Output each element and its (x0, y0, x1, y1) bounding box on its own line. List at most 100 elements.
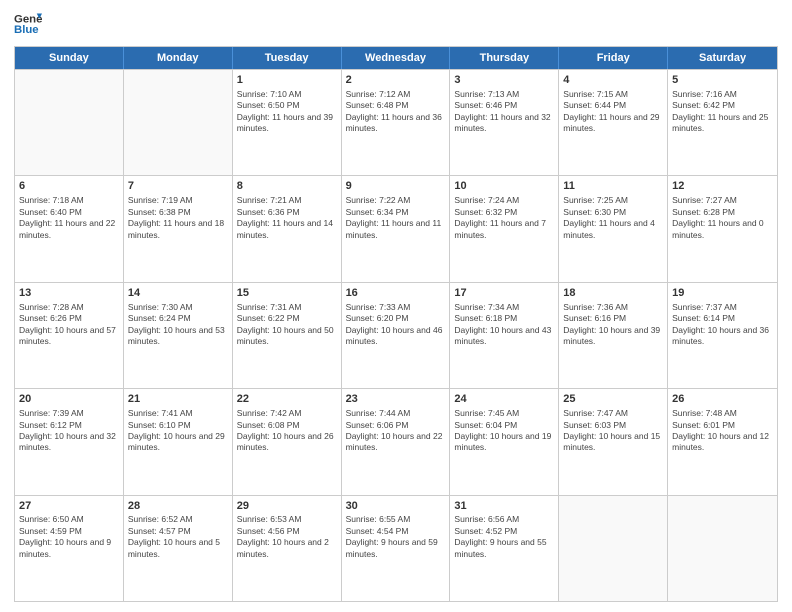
calendar-cell: 1Sunrise: 7:10 AM Sunset: 6:50 PM Daylig… (233, 70, 342, 175)
calendar-cell: 15Sunrise: 7:31 AM Sunset: 6:22 PM Dayli… (233, 283, 342, 388)
calendar-row-3: 13Sunrise: 7:28 AM Sunset: 6:26 PM Dayli… (15, 282, 777, 388)
calendar-cell: 31Sunrise: 6:56 AM Sunset: 4:52 PM Dayli… (450, 496, 559, 601)
day-number: 29 (237, 499, 337, 514)
day-info: Sunrise: 7:30 AM Sunset: 6:24 PM Dayligh… (128, 302, 228, 348)
day-number: 18 (563, 286, 663, 301)
day-info: Sunrise: 7:47 AM Sunset: 6:03 PM Dayligh… (563, 408, 663, 454)
day-number: 23 (346, 392, 446, 407)
day-number: 7 (128, 179, 228, 194)
calendar-cell: 24Sunrise: 7:45 AM Sunset: 6:04 PM Dayli… (450, 389, 559, 494)
calendar-cell: 19Sunrise: 7:37 AM Sunset: 6:14 PM Dayli… (668, 283, 777, 388)
header-day-tuesday: Tuesday (233, 47, 342, 69)
day-number: 17 (454, 286, 554, 301)
day-info: Sunrise: 7:45 AM Sunset: 6:04 PM Dayligh… (454, 408, 554, 454)
day-number: 31 (454, 499, 554, 514)
logo-icon: General Blue (14, 10, 42, 38)
day-number: 25 (563, 392, 663, 407)
header-day-saturday: Saturday (668, 47, 777, 69)
day-number: 15 (237, 286, 337, 301)
calendar-row-1: 1Sunrise: 7:10 AM Sunset: 6:50 PM Daylig… (15, 69, 777, 175)
day-info: Sunrise: 7:42 AM Sunset: 6:08 PM Dayligh… (237, 408, 337, 454)
day-info: Sunrise: 7:37 AM Sunset: 6:14 PM Dayligh… (672, 302, 773, 348)
day-info: Sunrise: 7:44 AM Sunset: 6:06 PM Dayligh… (346, 408, 446, 454)
calendar-cell: 16Sunrise: 7:33 AM Sunset: 6:20 PM Dayli… (342, 283, 451, 388)
header-day-friday: Friday (559, 47, 668, 69)
calendar-header: SundayMondayTuesdayWednesdayThursdayFrid… (15, 47, 777, 69)
day-number: 14 (128, 286, 228, 301)
calendar-cell: 29Sunrise: 6:53 AM Sunset: 4:56 PM Dayli… (233, 496, 342, 601)
header-day-monday: Monday (124, 47, 233, 69)
day-info: Sunrise: 7:28 AM Sunset: 6:26 PM Dayligh… (19, 302, 119, 348)
day-number: 3 (454, 73, 554, 88)
calendar-cell: 13Sunrise: 7:28 AM Sunset: 6:26 PM Dayli… (15, 283, 124, 388)
calendar-cell: 18Sunrise: 7:36 AM Sunset: 6:16 PM Dayli… (559, 283, 668, 388)
day-info: Sunrise: 7:31 AM Sunset: 6:22 PM Dayligh… (237, 302, 337, 348)
day-number: 12 (672, 179, 773, 194)
day-number: 19 (672, 286, 773, 301)
day-number: 1 (237, 73, 337, 88)
calendar-cell: 9Sunrise: 7:22 AM Sunset: 6:34 PM Daylig… (342, 176, 451, 281)
logo: General Blue (14, 10, 42, 38)
day-number: 6 (19, 179, 119, 194)
calendar-cell: 26Sunrise: 7:48 AM Sunset: 6:01 PM Dayli… (668, 389, 777, 494)
header-day-sunday: Sunday (15, 47, 124, 69)
day-info: Sunrise: 7:22 AM Sunset: 6:34 PM Dayligh… (346, 195, 446, 241)
day-number: 21 (128, 392, 228, 407)
calendar-row-2: 6Sunrise: 7:18 AM Sunset: 6:40 PM Daylig… (15, 175, 777, 281)
day-info: Sunrise: 7:33 AM Sunset: 6:20 PM Dayligh… (346, 302, 446, 348)
calendar-cell: 27Sunrise: 6:50 AM Sunset: 4:59 PM Dayli… (15, 496, 124, 601)
calendar-cell: 11Sunrise: 7:25 AM Sunset: 6:30 PM Dayli… (559, 176, 668, 281)
day-number: 13 (19, 286, 119, 301)
calendar-cell (124, 70, 233, 175)
calendar-cell (668, 496, 777, 601)
calendar-cell: 21Sunrise: 7:41 AM Sunset: 6:10 PM Dayli… (124, 389, 233, 494)
day-number: 8 (237, 179, 337, 194)
calendar-cell: 20Sunrise: 7:39 AM Sunset: 6:12 PM Dayli… (15, 389, 124, 494)
day-number: 27 (19, 499, 119, 514)
day-number: 2 (346, 73, 446, 88)
day-info: Sunrise: 7:15 AM Sunset: 6:44 PM Dayligh… (563, 89, 663, 135)
calendar-cell (559, 496, 668, 601)
page-header: General Blue (14, 10, 778, 38)
day-number: 10 (454, 179, 554, 194)
calendar-row-5: 27Sunrise: 6:50 AM Sunset: 4:59 PM Dayli… (15, 495, 777, 601)
day-info: Sunrise: 6:52 AM Sunset: 4:57 PM Dayligh… (128, 514, 228, 560)
day-info: Sunrise: 7:10 AM Sunset: 6:50 PM Dayligh… (237, 89, 337, 135)
day-info: Sunrise: 7:16 AM Sunset: 6:42 PM Dayligh… (672, 89, 773, 135)
day-info: Sunrise: 7:24 AM Sunset: 6:32 PM Dayligh… (454, 195, 554, 241)
day-info: Sunrise: 7:36 AM Sunset: 6:16 PM Dayligh… (563, 302, 663, 348)
day-number: 22 (237, 392, 337, 407)
day-info: Sunrise: 6:56 AM Sunset: 4:52 PM Dayligh… (454, 514, 554, 560)
day-info: Sunrise: 7:34 AM Sunset: 6:18 PM Dayligh… (454, 302, 554, 348)
calendar-cell: 17Sunrise: 7:34 AM Sunset: 6:18 PM Dayli… (450, 283, 559, 388)
calendar-cell: 28Sunrise: 6:52 AM Sunset: 4:57 PM Dayli… (124, 496, 233, 601)
day-info: Sunrise: 7:12 AM Sunset: 6:48 PM Dayligh… (346, 89, 446, 135)
day-number: 30 (346, 499, 446, 514)
day-info: Sunrise: 7:48 AM Sunset: 6:01 PM Dayligh… (672, 408, 773, 454)
header-day-wednesday: Wednesday (342, 47, 451, 69)
calendar-cell: 7Sunrise: 7:19 AM Sunset: 6:38 PM Daylig… (124, 176, 233, 281)
day-info: Sunrise: 7:27 AM Sunset: 6:28 PM Dayligh… (672, 195, 773, 241)
day-number: 5 (672, 73, 773, 88)
calendar-cell: 23Sunrise: 7:44 AM Sunset: 6:06 PM Dayli… (342, 389, 451, 494)
calendar-cell: 25Sunrise: 7:47 AM Sunset: 6:03 PM Dayli… (559, 389, 668, 494)
day-info: Sunrise: 7:41 AM Sunset: 6:10 PM Dayligh… (128, 408, 228, 454)
day-info: Sunrise: 6:50 AM Sunset: 4:59 PM Dayligh… (19, 514, 119, 560)
calendar-cell: 2Sunrise: 7:12 AM Sunset: 6:48 PM Daylig… (342, 70, 451, 175)
day-number: 28 (128, 499, 228, 514)
calendar-cell: 12Sunrise: 7:27 AM Sunset: 6:28 PM Dayli… (668, 176, 777, 281)
day-info: Sunrise: 6:53 AM Sunset: 4:56 PM Dayligh… (237, 514, 337, 560)
calendar-cell: 3Sunrise: 7:13 AM Sunset: 6:46 PM Daylig… (450, 70, 559, 175)
calendar-cell: 10Sunrise: 7:24 AM Sunset: 6:32 PM Dayli… (450, 176, 559, 281)
calendar-cell: 22Sunrise: 7:42 AM Sunset: 6:08 PM Dayli… (233, 389, 342, 494)
header-day-thursday: Thursday (450, 47, 559, 69)
calendar-row-4: 20Sunrise: 7:39 AM Sunset: 6:12 PM Dayli… (15, 388, 777, 494)
calendar-cell: 5Sunrise: 7:16 AM Sunset: 6:42 PM Daylig… (668, 70, 777, 175)
calendar-cell: 14Sunrise: 7:30 AM Sunset: 6:24 PM Dayli… (124, 283, 233, 388)
day-info: Sunrise: 7:13 AM Sunset: 6:46 PM Dayligh… (454, 89, 554, 135)
day-number: 24 (454, 392, 554, 407)
calendar-cell: 4Sunrise: 7:15 AM Sunset: 6:44 PM Daylig… (559, 70, 668, 175)
day-number: 4 (563, 73, 663, 88)
day-info: Sunrise: 7:25 AM Sunset: 6:30 PM Dayligh… (563, 195, 663, 241)
day-number: 16 (346, 286, 446, 301)
